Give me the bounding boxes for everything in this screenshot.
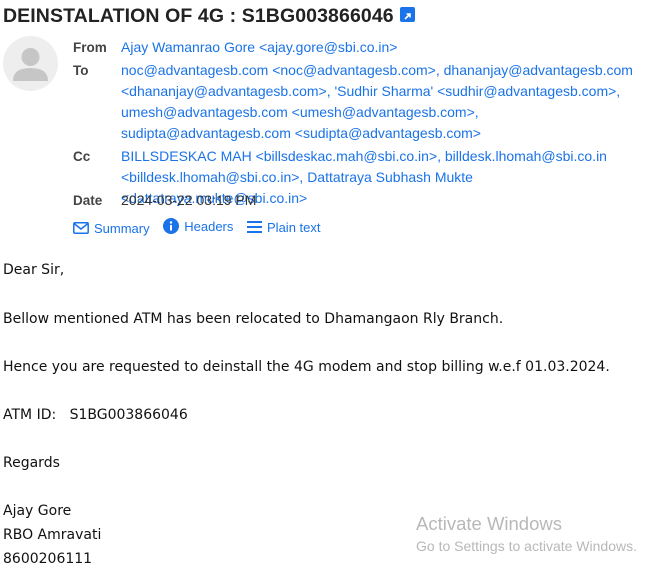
- activate-windows-title: Activate Windows: [416, 513, 562, 534]
- plain-text-label: Plain text: [267, 219, 321, 235]
- from-label: From: [73, 40, 107, 55]
- plain-text-button[interactable]: Plain text: [247, 219, 321, 235]
- info-icon: [163, 218, 180, 234]
- signature-office: RBO Amravati: [3, 527, 102, 543]
- to-label: To: [73, 63, 89, 78]
- avatar-icon: [3, 36, 58, 91]
- mail-icon: [73, 222, 89, 234]
- to-addresses[interactable]: noc@advantagesb.com <noc@advantagesb.com…: [121, 60, 651, 144]
- cc-label: Cc: [73, 149, 91, 164]
- view-actions: Summary Headers Plain text: [73, 218, 331, 237]
- subject-text: DEINSTALATION OF 4G : S1BG003866046: [3, 5, 394, 27]
- signature-phone: 8600206111: [3, 551, 93, 567]
- email-subject: DEINSTALATION OF 4G : S1BG003866046: [3, 5, 415, 28]
- open-external-icon[interactable]: [399, 7, 415, 23]
- summary-button[interactable]: Summary: [73, 221, 150, 236]
- activate-windows-subtitle: Go to Settings to activate Windows.: [416, 538, 637, 554]
- date-label: Date: [73, 193, 103, 208]
- headers-button[interactable]: Headers: [163, 218, 233, 234]
- atm-id-value: S1BG003866046: [69, 407, 188, 423]
- lines-icon: [247, 221, 263, 233]
- from-address[interactable]: Ajay Wamanrao Gore <ajay.gore@sbi.co.in>: [121, 37, 651, 58]
- signature-name: Ajay Gore: [3, 503, 72, 519]
- greeting: Dear Sir,: [3, 262, 65, 278]
- date-value: 2024-03-22 03:19 PM: [121, 192, 257, 208]
- atm-id-line: ATM ID: S1BG003866046: [3, 407, 188, 423]
- body-line-2: Hence you are requested to deinstall the…: [3, 359, 610, 375]
- body-line-1: Bellow mentioned ATM has been relocated …: [3, 311, 504, 327]
- summary-label: Summary: [94, 220, 150, 236]
- headers-label: Headers: [184, 218, 234, 234]
- atm-id-label: ATM ID:: [3, 407, 57, 423]
- regards: Regards: [3, 455, 60, 471]
